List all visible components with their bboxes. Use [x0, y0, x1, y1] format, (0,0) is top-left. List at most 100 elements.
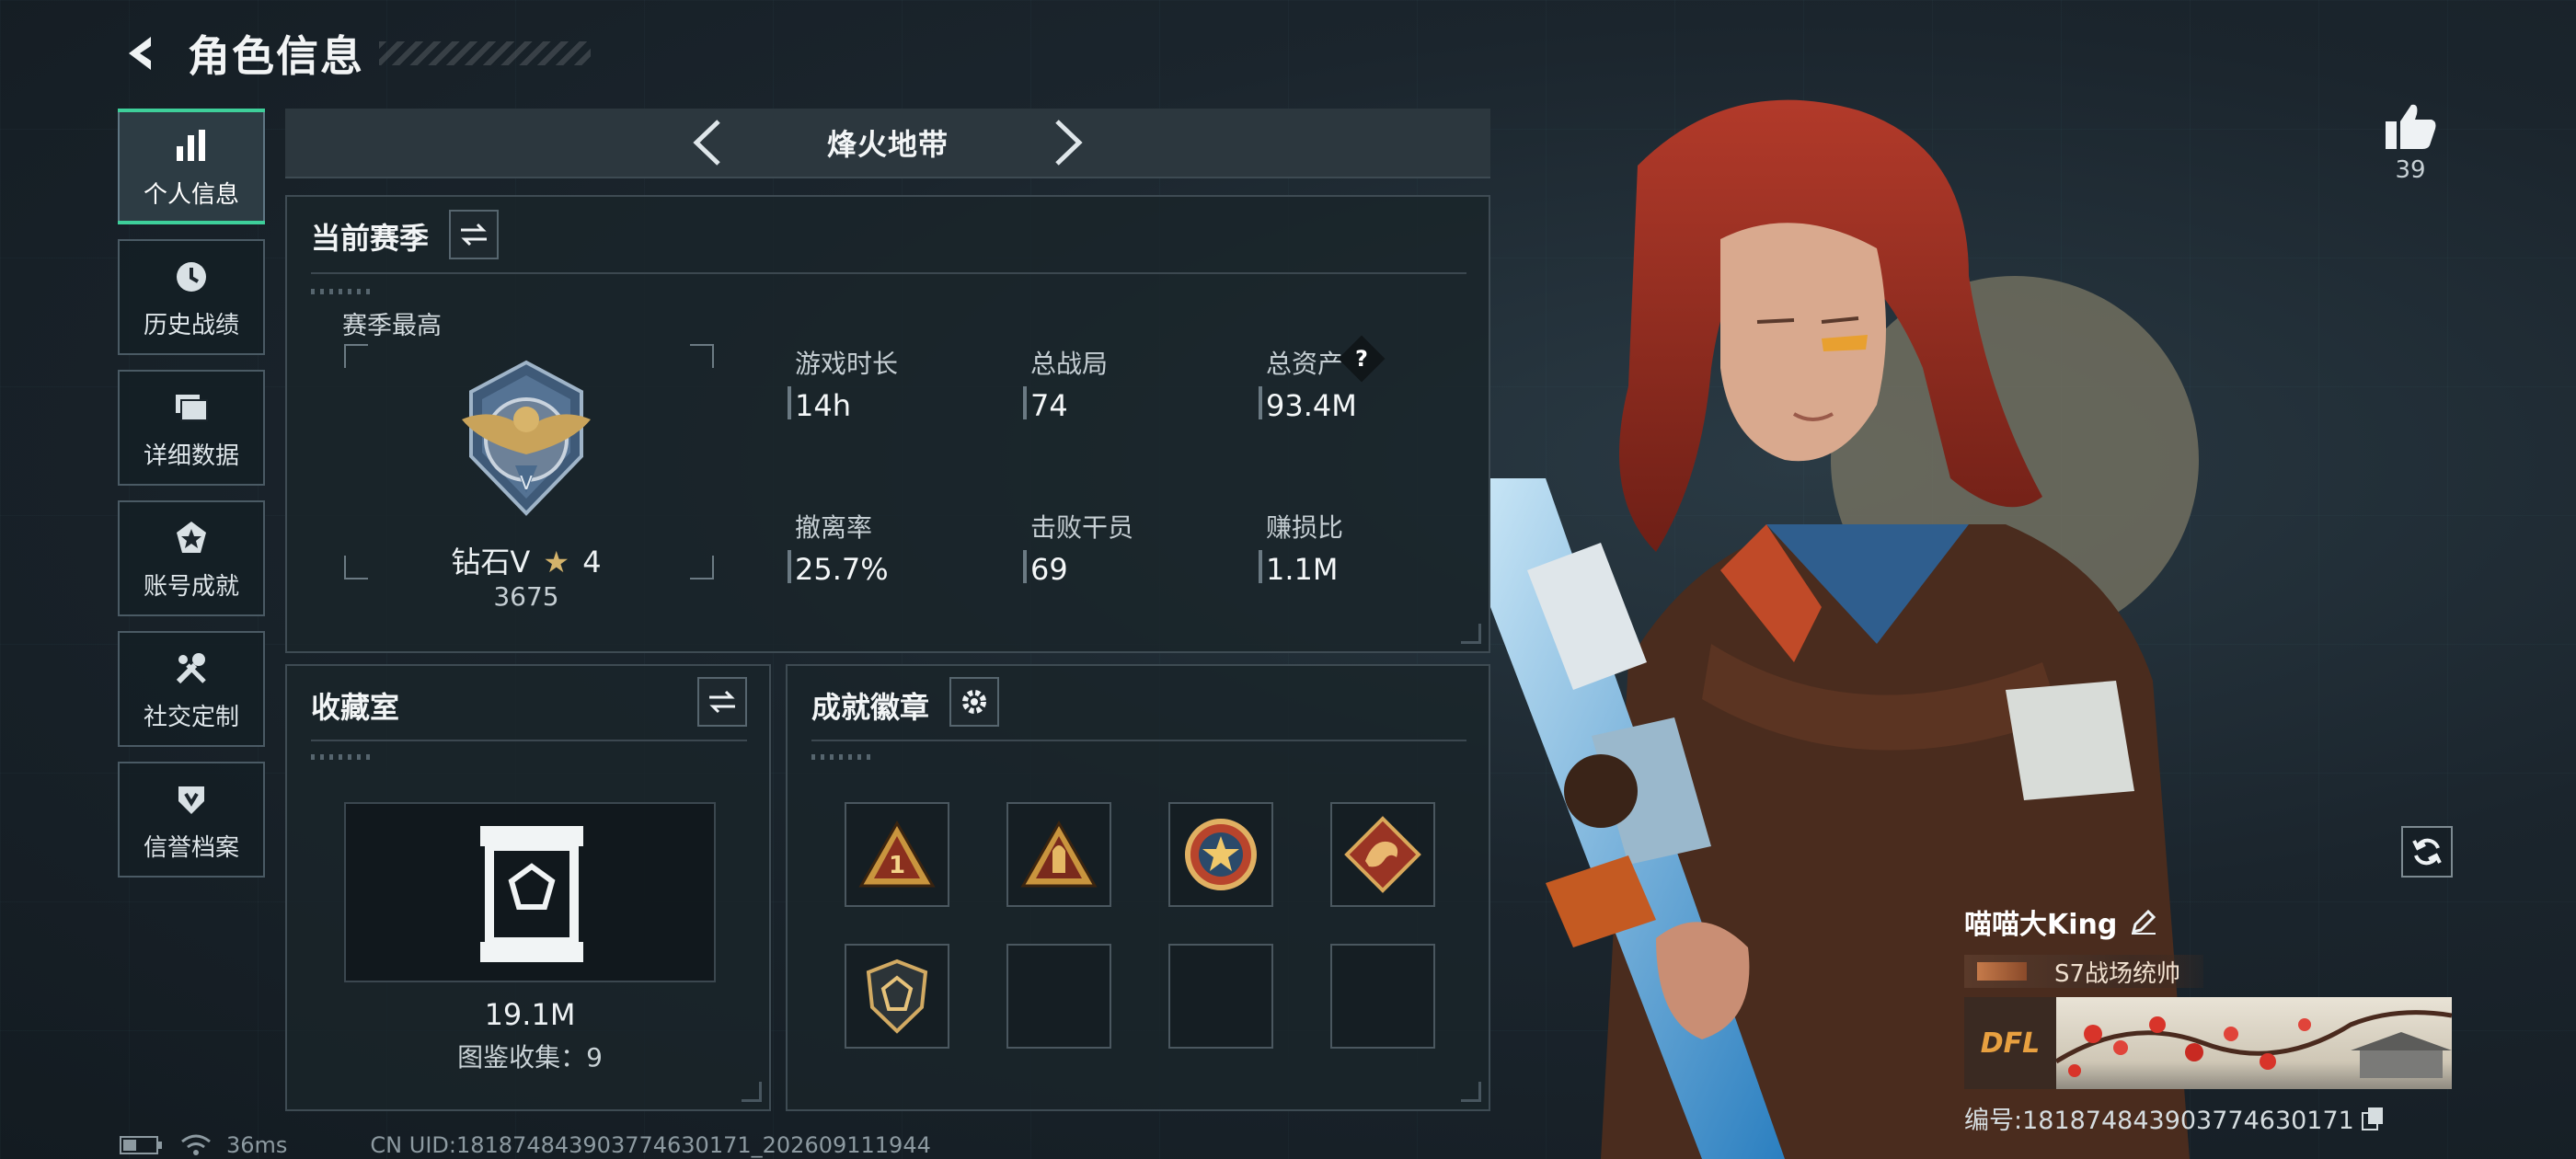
star-icon: ★ [543, 545, 570, 580]
badge-slot[interactable]: 1 [845, 802, 949, 907]
player-title-bar[interactable]: S7战场统帅 [1964, 955, 2203, 988]
sidebar-item-personal-info[interactable]: 个人信息 [118, 109, 265, 224]
panel-separator [311, 272, 1466, 274]
badge-slot[interactable] [1168, 802, 1273, 907]
panel-separator [311, 740, 747, 741]
like-count: 39 [2395, 156, 2426, 184]
collection-count: 图鉴收集：9 [457, 1042, 603, 1073]
stat-divider [1023, 550, 1027, 583]
stat-label-playtime: 游戏时长 [795, 349, 899, 379]
rank-name: 钻石V [451, 545, 531, 580]
stat-label-kills: 击败干员 [1030, 512, 1134, 543]
sidebar-item-credit-profile[interactable]: 信誉档案 [118, 762, 265, 878]
stat-divider [788, 550, 791, 583]
achievement-icon [169, 516, 213, 560]
tools-icon [169, 647, 213, 691]
sidebar-item-label: 个人信息 [143, 180, 239, 209]
uid-text: CN UID:181874843903774630171_20260911194… [370, 1132, 931, 1158]
gear-icon [962, 690, 986, 714]
wifi-icon [181, 1134, 211, 1155]
rank-stars: 4 [582, 545, 602, 580]
stat-divider [1259, 386, 1262, 419]
plum-blossom-banner-image [2056, 997, 2452, 1089]
svg-text:1: 1 [889, 852, 905, 879]
badge-slot[interactable] [845, 944, 949, 1049]
help-mark: ? [1355, 346, 1368, 372]
stat-divider [788, 386, 791, 419]
sidebar-item-social-custom[interactable]: 社交定制 [118, 631, 265, 747]
page-title: 角色信息 [188, 31, 364, 81]
collection-display-case[interactable] [344, 802, 716, 982]
sidebar: 个人信息 历史战绩 详细数据 账号成就 社交定制 信誉档案 [118, 109, 265, 892]
sidebar-item-detailed-data[interactable]: 详细数据 [118, 370, 265, 486]
sidebar-item-achievements[interactable]: 账号成就 [118, 500, 265, 616]
credit-icon [169, 777, 213, 821]
season-panel: 当前赛季 赛季最高 V 钻石V ★ 4 3675 游戏时长 14h 总战局 74… [285, 195, 1490, 653]
dragon-diamond-badge-icon [1344, 816, 1421, 893]
badges-panel: 成就徽章 1 [786, 664, 1490, 1111]
sidebar-item-match-history[interactable]: 历史战绩 [118, 239, 265, 355]
stat-value-kills: 69 [1030, 552, 1068, 587]
next-mode-button[interactable] [1041, 115, 1096, 170]
copy-id-button[interactable] [2361, 1107, 2384, 1130]
switch-collection-button[interactable] [697, 677, 747, 727]
badge-slot-empty[interactable] [1168, 944, 1273, 1049]
badge-slot[interactable] [1330, 802, 1435, 907]
star-circle-badge-icon [1185, 819, 1257, 890]
thumbs-up-icon [2386, 104, 2436, 149]
player-card: 喵喵大King S7战场统帅 DFL 编号:181874843903774630… [1964, 901, 2452, 1136]
chevron-left-icon [693, 120, 720, 166]
stat-divider [1023, 386, 1027, 419]
rank-one-triangle-badge-icon: 1 [858, 820, 936, 888]
pencil-icon [2132, 909, 2156, 935]
back-button[interactable] [120, 31, 164, 75]
player-banner[interactable]: DFL [1964, 997, 2452, 1089]
banner-logo: DFL [1964, 997, 2056, 1089]
collection-value: 19.1M [484, 997, 576, 1032]
player-id: 编号:181874843903774630171 [1964, 1107, 2354, 1135]
sidebar-item-label: 详细数据 [143, 442, 239, 470]
stat-label-extract-rate: 撤离率 [795, 512, 873, 543]
player-title: S7战场统帅 [2054, 959, 2181, 988]
like-button[interactable] [2374, 101, 2447, 151]
season-best-label: 赛季最高 [342, 312, 442, 340]
badges-title: 成就徽章 [811, 690, 930, 725]
title-emblem-icon [1977, 962, 2027, 981]
badge-slot-empty[interactable] [1330, 944, 1435, 1049]
svg-text:V: V [520, 472, 533, 494]
panel-separator [811, 740, 1466, 741]
status-bar: 36ms CN UID:181874843903774630171_202609… [120, 1131, 931, 1159]
collection-title: 收藏室 [311, 690, 400, 725]
chevron-right-icon [1055, 120, 1083, 166]
title-decoration [379, 41, 591, 65]
separator-dots [811, 754, 876, 760]
stat-value-profit-ratio: 1.1M [1266, 552, 1339, 587]
back-arrow-icon [129, 37, 151, 70]
player-name-row: 喵喵大King [1964, 901, 2452, 942]
separator-dots [311, 754, 375, 760]
stat-label-profit-ratio: 赚损比 [1266, 512, 1344, 543]
folder-icon [169, 385, 213, 430]
mode-title: 烽火地带 [826, 127, 949, 162]
stat-value-extract-rate: 25.7% [795, 552, 889, 587]
refresh-pose-button[interactable] [2401, 826, 2453, 878]
sidebar-item-label: 信誉档案 [143, 833, 239, 862]
battery-icon [120, 1136, 162, 1154]
like-widget: 39 [2374, 101, 2447, 184]
sidebar-item-label: 社交定制 [143, 703, 239, 731]
gem-shield-badge-icon [866, 958, 928, 1034]
corner-decoration [1461, 1082, 1481, 1102]
badge-settings-button[interactable] [949, 677, 999, 727]
page-header: 角色信息 [120, 26, 591, 81]
edit-name-button[interactable] [2130, 908, 2157, 935]
prev-mode-button[interactable] [680, 115, 735, 170]
bullet-triangle-badge-icon [1020, 820, 1098, 888]
stat-label-total-matches: 总战局 [1030, 349, 1109, 379]
switch-season-button[interactable] [449, 210, 499, 259]
corner-decoration [742, 1082, 762, 1102]
clock-icon [169, 255, 213, 299]
ping-value: 36ms [226, 1132, 288, 1158]
badge-slot-empty[interactable] [1006, 944, 1111, 1049]
badge-slot[interactable] [1006, 802, 1111, 907]
rank-score: 3675 [493, 581, 559, 612]
